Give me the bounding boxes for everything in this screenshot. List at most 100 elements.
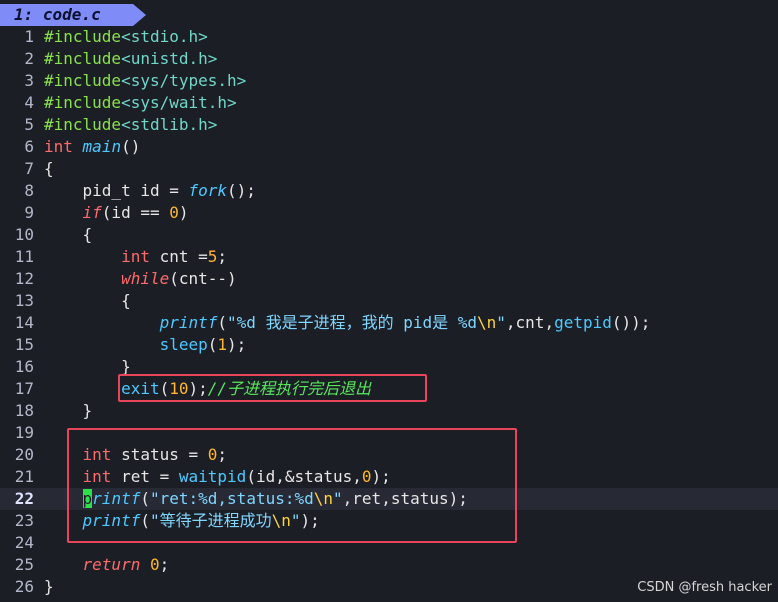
code-line[interactable]: 14 printf("%d 我是子进程，我的 pid是 %d\n",cnt,ge… [0, 312, 778, 334]
line-text[interactable]: return 0; [44, 554, 170, 576]
line-text[interactable]: int cnt =5; [44, 246, 227, 268]
code-line[interactable]: 10 { [0, 224, 778, 246]
code-token: { [44, 291, 131, 310]
code-line[interactable]: 4 #include<sys/wait.h> [0, 92, 778, 114]
code-token: } [44, 577, 54, 596]
line-text[interactable]: while(cnt--) [44, 268, 237, 290]
tab-label: 1: code.c [14, 5, 101, 24]
line-number: 9 [24, 203, 34, 222]
code-token: 1 [217, 335, 228, 354]
code-token: while [121, 269, 170, 288]
line-number: 11 [14, 247, 34, 266]
line-text[interactable]: { [44, 290, 131, 312]
line-text[interactable]: { [44, 158, 54, 180]
code-token: 0 [169, 203, 179, 222]
code-editor[interactable]: 1: code.c 1 #include<stdio.h> 2 #include<un… [0, 0, 778, 602]
code-token: <sys/types.h> [121, 71, 247, 90]
line-text[interactable]: pid_t id = fork(); [44, 180, 256, 202]
code-token: ( [217, 313, 228, 332]
code-line[interactable]: 13 { [0, 290, 778, 312]
code-token: main [82, 137, 122, 156]
code-line[interactable]: 5 #include<stdlib.h> [0, 114, 778, 136]
code-token: ; [159, 555, 170, 574]
line-number: 4 [24, 93, 34, 112]
line-text[interactable]: #include<stdio.h> [44, 26, 208, 48]
line-text[interactable]: #include<sys/types.h> [44, 70, 246, 92]
code-token: pid_t id = [44, 181, 189, 200]
code-token: if [82, 203, 102, 222]
code-token: } [44, 357, 131, 376]
code-line[interactable]: 1 #include<stdio.h> [0, 26, 778, 48]
line-number: 18 [14, 401, 34, 420]
line-number: 15 [14, 335, 34, 354]
line-text[interactable]: } [44, 400, 93, 422]
line-number: 13 [14, 291, 34, 310]
code-token: ; [217, 247, 228, 266]
code-line[interactable]: 7{ [0, 158, 778, 180]
code-token: 0 [149, 555, 160, 574]
line-text[interactable]: { [44, 224, 93, 246]
code-token: <stdlib.h> [121, 115, 218, 134]
code-token: cnt = [149, 247, 208, 266]
code-token: () [121, 137, 141, 156]
code-token: " [496, 313, 506, 332]
line-number: 1 [24, 27, 34, 46]
line-text[interactable]: #include<unistd.h> [44, 48, 217, 70]
line-number: 12 [14, 269, 34, 288]
line-text[interactable]: if(id == 0) [44, 202, 189, 224]
code-line[interactable]: 6 int main() [0, 136, 778, 158]
code-token: sleep [159, 335, 208, 354]
line-text[interactable]: } [44, 576, 54, 598]
code-line[interactable]: 12 while(cnt--) [0, 268, 778, 290]
line-number: 16 [14, 357, 34, 376]
line-text[interactable]: sleep(1); [44, 334, 247, 356]
line-number: 26 [14, 577, 34, 596]
line-text[interactable]: #include<sys/wait.h> [44, 92, 237, 114]
code-token: (cnt--) [169, 269, 237, 288]
line-number: 25 [14, 555, 34, 574]
line-text[interactable]: printf("%d 我是子进程，我的 pid是 %d\n",cnt,getpi… [44, 312, 651, 334]
code-token: #include [44, 49, 122, 68]
code-token: #include [44, 27, 122, 46]
code-token: int [44, 137, 73, 156]
code-token: return [82, 555, 141, 574]
line-text[interactable]: int main() [44, 136, 140, 158]
highlight-box-waitpid [67, 428, 517, 543]
code-token: <unistd.h> [121, 49, 218, 68]
code-token: fork [188, 181, 228, 200]
code-line[interactable]: 11 int cnt =5; [0, 246, 778, 268]
line-number: 10 [14, 225, 34, 244]
line-number: 2 [24, 49, 34, 68]
code-line[interactable]: 9 if(id == 0) [0, 202, 778, 224]
code-line[interactable]: 15 sleep(1); [0, 334, 778, 356]
tab-code-c[interactable]: 1: code.c [0, 4, 146, 26]
line-number: 19 [14, 423, 34, 442]
line-number: 7 [24, 159, 34, 178]
code-line[interactable]: 3 #include<sys/types.h> [0, 70, 778, 92]
code-line[interactable]: 8 pid_t id = fork(); [0, 180, 778, 202]
code-line[interactable]: 18 } [0, 400, 778, 422]
code-token: ); [227, 335, 247, 354]
code-token: (id == [101, 203, 170, 222]
code-token: { [44, 159, 54, 178]
code-token: ) [178, 203, 189, 222]
code-token: ( [207, 335, 218, 354]
code-line[interactable]: 25 return 0; [0, 554, 778, 576]
code-token: \n [477, 313, 497, 332]
line-text[interactable]: #include<stdlib.h> [44, 114, 217, 136]
code-token: printf [159, 313, 218, 332]
line-number: 3 [24, 71, 34, 90]
code-line[interactable]: 2 #include<unistd.h> [0, 48, 778, 70]
code-token: <sys/wait.h> [121, 93, 237, 112]
line-number: 23 [14, 511, 34, 530]
code-token: ()); [611, 313, 651, 332]
line-number: 22 [14, 489, 34, 508]
line-number: 24 [14, 533, 34, 552]
